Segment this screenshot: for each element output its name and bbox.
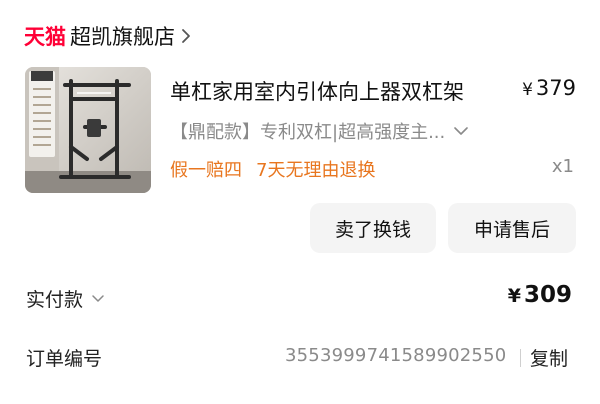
price-value: 379 <box>535 76 576 100</box>
variant-label: 【鼎配款】专利双杠|超高强度主... <box>170 122 446 143</box>
chevron-right-icon <box>182 29 190 43</box>
product-variant-selector[interactable]: 【鼎配款】专利双杠|超高强度主... <box>170 118 469 144</box>
actual-payment-label: 实付款 <box>26 289 84 311</box>
promo-tags: 假一赔四 7天无理由退换 <box>170 156 375 182</box>
order-number-value: 3553999741589902550 <box>285 345 507 366</box>
tmall-logo: 天猫 <box>24 25 66 49</box>
product-price: ¥379 <box>522 76 576 100</box>
store-name[interactable]: 超凯旗舰店 <box>70 21 175 51</box>
after-sale-button[interactable]: 申请售后 <box>448 203 576 253</box>
chevron-down-icon <box>454 127 469 135</box>
actual-payment-amount: ¥309 <box>508 282 572 308</box>
payment-value: 309 <box>523 282 572 308</box>
product-title[interactable]: 单杠家用室内引体向上器双杠架 <box>170 76 464 106</box>
store-header[interactable]: 天猫 超凯旗舰店 <box>24 20 191 52</box>
promo-fake-compensation: 假一赔四 <box>170 160 242 181</box>
promo-7day-return: 7天无理由退换 <box>256 160 376 181</box>
actual-payment-toggle[interactable]: 实付款 <box>26 285 105 312</box>
copy-order-number-button[interactable]: 复制 <box>530 344 568 371</box>
pull-up-bar-illustration <box>25 67 151 193</box>
quantity: x1 <box>551 156 574 177</box>
chevron-down-icon <box>92 295 104 302</box>
divider <box>520 349 521 367</box>
product-image[interactable] <box>25 67 151 193</box>
currency-symbol: ¥ <box>522 80 533 100</box>
sell-exchange-button[interactable]: 卖了换钱 <box>310 203 436 253</box>
order-number-label: 订单编号 <box>26 348 103 370</box>
currency-symbol: ¥ <box>507 285 521 307</box>
